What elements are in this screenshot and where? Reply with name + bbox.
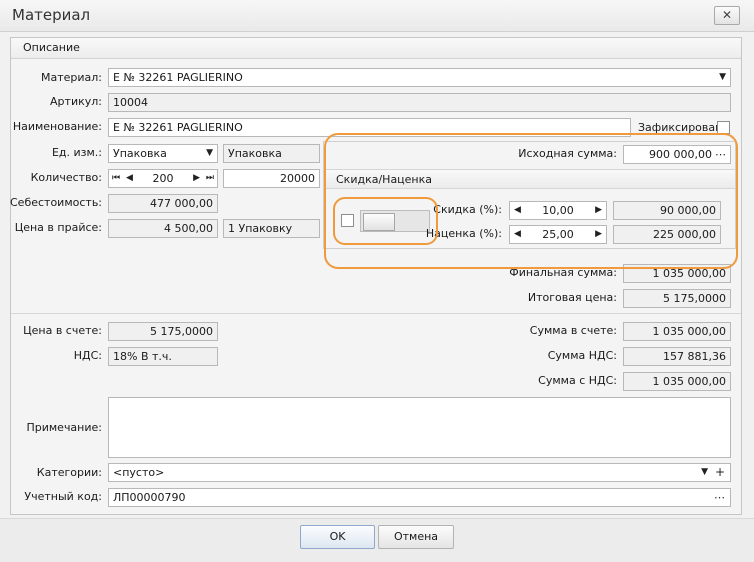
description-header: Описание [11, 38, 741, 59]
material-value: Е № 32261 PAGLIERINO [113, 71, 243, 84]
total-price-field: 5 175,0000 [623, 289, 731, 308]
account-code-label: Учетный код: [24, 490, 102, 503]
vat-field: 18% В т.ч. [108, 347, 218, 366]
invoice-sum-label: Сумма в счете: [529, 324, 617, 337]
categories-value: <пусто> [113, 466, 165, 479]
sum-with-vat-label: Сумма с НДС: [538, 374, 617, 387]
highlight-toggle [333, 197, 438, 245]
chevron-down-icon[interactable]: ▼ [206, 145, 213, 162]
ellipsis-icon[interactable]: ⋯ [714, 489, 725, 506]
sum-with-vat-field: 1 035 000,00 [623, 372, 731, 391]
cost-field: 477 000,00 [108, 194, 218, 213]
dropdown-arrow-icon[interactable]: ▼ [701, 464, 708, 481]
total-price-label: Итоговая цена: [527, 291, 617, 304]
quantity-stepper[interactable]: ⏮ ◀ 200 ▶ ⏭ [108, 169, 218, 188]
vat-label: НДС: [73, 349, 102, 362]
account-code-value: ЛП00000790 [113, 491, 186, 504]
categories-label: Категории: [36, 466, 102, 479]
button-bar [0, 518, 754, 562]
first-icon[interactable]: ⏮ [112, 170, 120, 187]
cancel-button[interactable]: Отмена [378, 525, 454, 549]
invoice-sum-field: 1 035 000,00 [623, 322, 731, 341]
invoice-price-field: 5 175,0000 [108, 322, 218, 341]
article-field[interactable]: 10004 [108, 93, 731, 112]
note-label: Примечание: [26, 421, 102, 434]
increment-icon[interactable]: ▶ [193, 170, 200, 187]
title-bar [0, 0, 754, 32]
ok-button[interactable]: OK [300, 525, 375, 549]
vat-sum-label: Сумма НДС: [547, 349, 617, 362]
unit-value: Упаковка [113, 147, 167, 160]
unit-select[interactable]: Упаковка ▼ [108, 144, 218, 163]
note-textarea[interactable] [108, 397, 731, 458]
section-title: Описание [23, 41, 80, 54]
unit-display: Упаковка [223, 144, 320, 163]
decrement-icon[interactable]: ◀ [126, 170, 133, 187]
price-list-unit: 1 Упаковку [223, 219, 320, 238]
price-list-field: 4 500,00 [108, 219, 218, 238]
quantity-total[interactable]: 20000 [223, 169, 320, 188]
close-button[interactable]: ✕ [714, 6, 740, 25]
divider [11, 313, 741, 314]
last-icon[interactable]: ⏭ [206, 170, 214, 187]
quantity-value: 200 [152, 172, 174, 185]
article-label: Артикул: [50, 95, 102, 108]
unit-label: Ед. изм.: [51, 146, 102, 159]
dropdown-arrow-icon[interactable]: ▼ [719, 69, 726, 86]
material-label: Материал: [40, 71, 102, 84]
window-title: Материал [12, 6, 91, 24]
vat-sum-field: 157 881,36 [623, 347, 731, 366]
quantity-label: Количество: [30, 171, 102, 184]
cost-label: Себестоимость: [10, 196, 103, 209]
account-code-field[interactable]: ЛП00000790 ⋯ [108, 488, 731, 507]
invoice-price-label: Цена в счете: [23, 324, 102, 337]
material-select[interactable]: Е № 32261 PAGLIERINO ▼ [108, 68, 731, 87]
categories-select[interactable]: <пусто> ▼ + [108, 463, 731, 482]
price-list-label: Цена в прайсе: [14, 221, 102, 234]
name-label: Наименование: [12, 120, 102, 133]
add-icon[interactable]: + [715, 464, 725, 481]
